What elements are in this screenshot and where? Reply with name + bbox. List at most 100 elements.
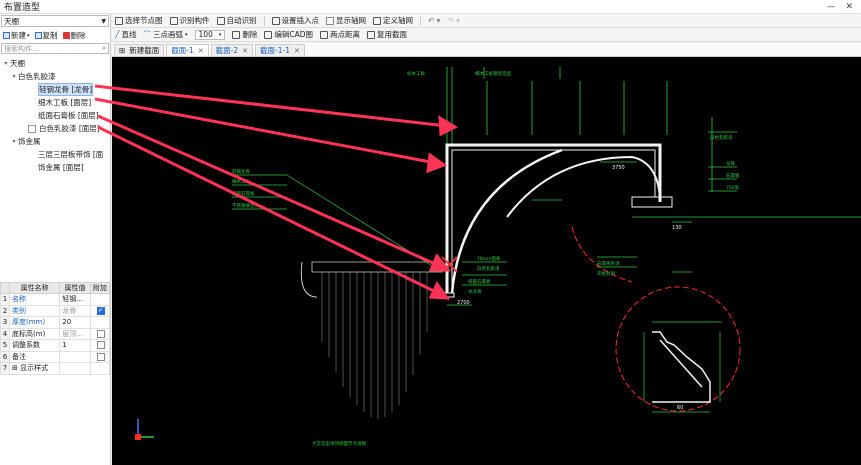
- row-number: 5: [0, 339, 10, 352]
- cad-label: 木龙骨: [468, 288, 482, 295]
- prop-value[interactable]: [59, 350, 91, 363]
- close-icon[interactable]: ✕: [294, 47, 300, 55]
- prop-name[interactable]: ⊞ 显示样式: [8, 362, 61, 375]
- copy-button[interactable]: 复制: [34, 30, 58, 41]
- table-row[interactable]: 1 名称 轻钢...: [0, 293, 111, 306]
- tree-label: 白色乳胶漆 [面层]: [39, 124, 100, 133]
- prop-value[interactable]: 层顶...: [59, 327, 91, 340]
- tree-node-item[interactable]: 白色乳胶漆 [面层]: [0, 122, 111, 135]
- tree-node-item[interactable]: 三层三层板带饰 [面: [0, 148, 111, 161]
- tab-label: 截面-1: [171, 46, 194, 55]
- row-number: 7: [0, 362, 10, 375]
- insert-point-icon: [271, 16, 280, 25]
- extra-checkbox[interactable]: [96, 329, 105, 338]
- auto-identify-button[interactable]: 自动识别: [216, 15, 257, 26]
- extra-checkbox[interactable]: [96, 341, 105, 350]
- identify-icon: [169, 16, 178, 25]
- tree-label: 纸面石膏板 [面层]: [38, 111, 99, 120]
- reuse-section-button[interactable]: 复用截面: [367, 29, 407, 40]
- cad-label: 细木工板钢架造型: [475, 70, 511, 77]
- cad-label: 石膏线吊顶: [597, 260, 620, 267]
- delete-label: 删除: [70, 31, 86, 40]
- cad-label: 纸面石膏板: [232, 190, 255, 197]
- zoom-select[interactable]: 100 ▾: [194, 29, 226, 40]
- component-search-input[interactable]: 搜索构件... ⌕: [1, 43, 109, 54]
- prop-value[interactable]: 龙骨: [59, 304, 91, 317]
- delete-button[interactable]: 删除: [62, 30, 86, 41]
- cad-dimensions: 3750 2700 130 60: [457, 165, 683, 411]
- line-label: 直线: [121, 30, 137, 39]
- redo-button[interactable]: ↷ ▾: [447, 16, 459, 25]
- show-axis-check[interactable]: [326, 16, 334, 25]
- show-axis-checkbox[interactable]: 显示轴网: [326, 15, 366, 26]
- cad-drawing: 标木工板 细木工板钢架造型 白色乳胶漆 龙骨 石膏板 750宽 轻钢龙骨 细木工…: [135, 67, 861, 447]
- tab-section-1[interactable]: 截面-1 ✕: [166, 44, 209, 56]
- tab-section-1-1[interactable]: 截面-1-1 ✕: [255, 44, 305, 56]
- select-node-button[interactable]: 选择节点图: [115, 15, 163, 26]
- tab-label: 截面-2: [215, 46, 239, 55]
- undo-button[interactable]: ↶ ▾: [428, 16, 440, 25]
- close-icon[interactable]: ✕: [242, 47, 248, 55]
- identify-label: 识别构件: [179, 16, 210, 25]
- component-tree: ▾ 天棚 ▾ 白色乳胶漆 轻钢龙骨 [龙骨] 细木工板 [面层] 纸面石膏板 [面层…: [0, 57, 111, 174]
- cad-canvas[interactable]: 标木工板 细木工板钢架造型 白色乳胶漆 龙骨 石膏板 750宽 轻钢龙骨 细木工…: [112, 57, 861, 465]
- close-button[interactable]: ✕: [845, 2, 853, 12]
- row-number: 4: [0, 327, 10, 340]
- table-row[interactable]: 5 调整系数 1: [0, 339, 111, 352]
- identify-component-button[interactable]: 识别构件: [169, 15, 210, 26]
- table-row[interactable]: 6 备注: [0, 350, 111, 363]
- select-node-label: 选择节点图: [125, 16, 163, 25]
- two-point-label: 两点距离: [330, 30, 361, 39]
- category-select[interactable]: 天棚 ▼: [1, 15, 109, 27]
- new-button[interactable]: 新建 ▾: [3, 30, 30, 41]
- prop-name-text: 显示样式: [20, 364, 49, 373]
- prop-name: 备注: [8, 350, 61, 363]
- line-button[interactable]: ╱ 直线: [115, 29, 137, 40]
- cad-label: 18mm面板: [477, 255, 501, 262]
- cad-label: 白色乳胶漆: [710, 134, 733, 141]
- define-axis-button[interactable]: 定义轴网: [373, 15, 413, 26]
- tree-node-item[interactable]: 细木工板 [面层]: [0, 96, 111, 109]
- table-row[interactable]: 4 底标高(m) 层顶...: [0, 327, 111, 340]
- cad-label: 纸面石膏板: [468, 278, 491, 285]
- header-name: 属性名称: [8, 282, 61, 294]
- set-insert-point-button[interactable]: 设置插入点: [271, 15, 320, 26]
- tree-node-item[interactable]: 纸面石膏板 [面层]: [0, 109, 111, 122]
- prop-name: 调整系数: [8, 339, 61, 352]
- extra-checkbox[interactable]: [96, 352, 105, 361]
- tab-new-section[interactable]: ⊞ 新建截面: [114, 44, 165, 56]
- table-row[interactable]: 2 类别 龙骨: [0, 304, 111, 317]
- tree-node-item[interactable]: 轻钢龙骨 [龙骨]: [0, 83, 111, 96]
- insert-point-label: 设置插入点: [281, 16, 320, 25]
- tree-node-group[interactable]: ▾ 饰金属: [0, 135, 111, 148]
- tree-node-group[interactable]: ▾ 白色乳胶漆: [0, 70, 111, 83]
- tab-label: 截面-1-1: [260, 46, 290, 55]
- drawing-title: 大堂造型吊顶侧面节点详图: [312, 440, 366, 447]
- prop-value[interactable]: 20: [59, 316, 91, 329]
- two-point-distance-button[interactable]: 两点距离: [320, 29, 360, 40]
- tree-label: 三层三层板带饰 [面: [38, 150, 104, 159]
- close-icon[interactable]: ✕: [198, 47, 204, 55]
- tree-node-root[interactable]: ▾ 天棚: [0, 57, 111, 70]
- auto-identify-label: 自动识别: [226, 16, 257, 25]
- expand-icon[interactable]: ⊞: [12, 364, 20, 372]
- tree-node-item[interactable]: 饰金属 [面层]: [0, 161, 111, 174]
- cad-delete-button[interactable]: 删除: [232, 29, 257, 40]
- edit-cad-button[interactable]: 编辑CAD图: [264, 29, 313, 40]
- table-row[interactable]: 7 ⊞ 显示样式: [0, 362, 111, 375]
- cad-label: 白色乳胶漆: [477, 265, 500, 272]
- tab-section-2[interactable]: 截面-2 ✕: [210, 44, 254, 56]
- zoom-value: 100: [198, 30, 213, 39]
- prop-value[interactable]: 轻钢...: [59, 293, 91, 306]
- dim-label: 2700: [457, 300, 470, 306]
- arc-button[interactable]: ⌒ 三点画弧 ▾: [144, 29, 188, 40]
- ceiling-profile: [441, 143, 673, 298]
- minimize-button[interactable]: —: [826, 2, 835, 12]
- collapse-icon: ▾: [4, 60, 8, 67]
- extra-checkbox[interactable]: [96, 306, 105, 315]
- insert-point-marker: [441, 256, 458, 273]
- prop-value[interactable]: 1: [59, 339, 91, 352]
- table-row[interactable]: 3 厚度(mm) 20: [0, 316, 111, 329]
- draw-toolbar: ╱ 直线 ⌒ 三点画弧 ▾ 100 ▾ 删除 编辑CAD图 两点距离 复用截面: [112, 28, 861, 42]
- color-swatch: [28, 124, 36, 133]
